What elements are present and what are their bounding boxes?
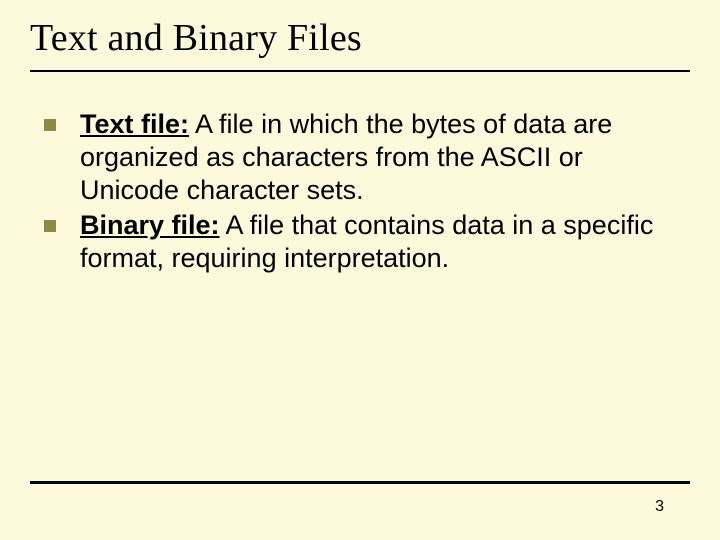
slide-title: Text and Binary Files: [30, 16, 362, 60]
square-bullet-icon: [44, 119, 56, 131]
slide: Text and Binary Files Text file: A file …: [0, 0, 720, 540]
term: Text file:: [80, 109, 189, 139]
list-item: Binary file: A file that contains data i…: [40, 209, 670, 275]
list-item: Text file: A file in which the bytes of …: [40, 108, 670, 207]
title-underline: [30, 70, 690, 72]
term: Binary file:: [80, 210, 220, 240]
page-number: 3: [655, 498, 664, 516]
footer-rule: [30, 481, 690, 484]
slide-body: Text file: A file in which the bytes of …: [40, 108, 670, 277]
square-bullet-icon: [44, 220, 56, 232]
list-item-text: Binary file: A file that contains data i…: [80, 209, 670, 275]
list-item-text: Text file: A file in which the bytes of …: [80, 108, 670, 207]
